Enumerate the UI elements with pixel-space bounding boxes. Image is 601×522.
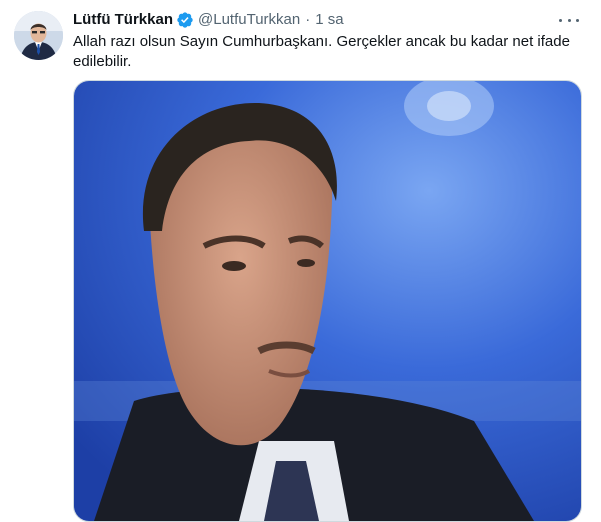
tweet-text: Allah razı olsun Sayın Cumhurbaşkanı. Ge… [73,33,570,70]
tweet[interactable]: Lütfü Türkkan @LutfuTurkkan · 1 sa Allah… [0,0,601,522]
tweet-timestamp[interactable]: 1 sa [315,10,343,30]
author-handle[interactable]: @LutfuTurkkan [198,10,300,30]
avatar[interactable] [14,11,63,60]
separator-dot: · [305,11,311,28]
tweet-video[interactable] [73,80,582,522]
author-name[interactable]: Lütfü Türkkan [73,10,173,30]
verified-badge-icon [176,11,194,29]
more-options-icon[interactable] [559,12,579,28]
tweet-header: Lütfü Türkkan @LutfuTurkkan · 1 sa [73,10,344,30]
